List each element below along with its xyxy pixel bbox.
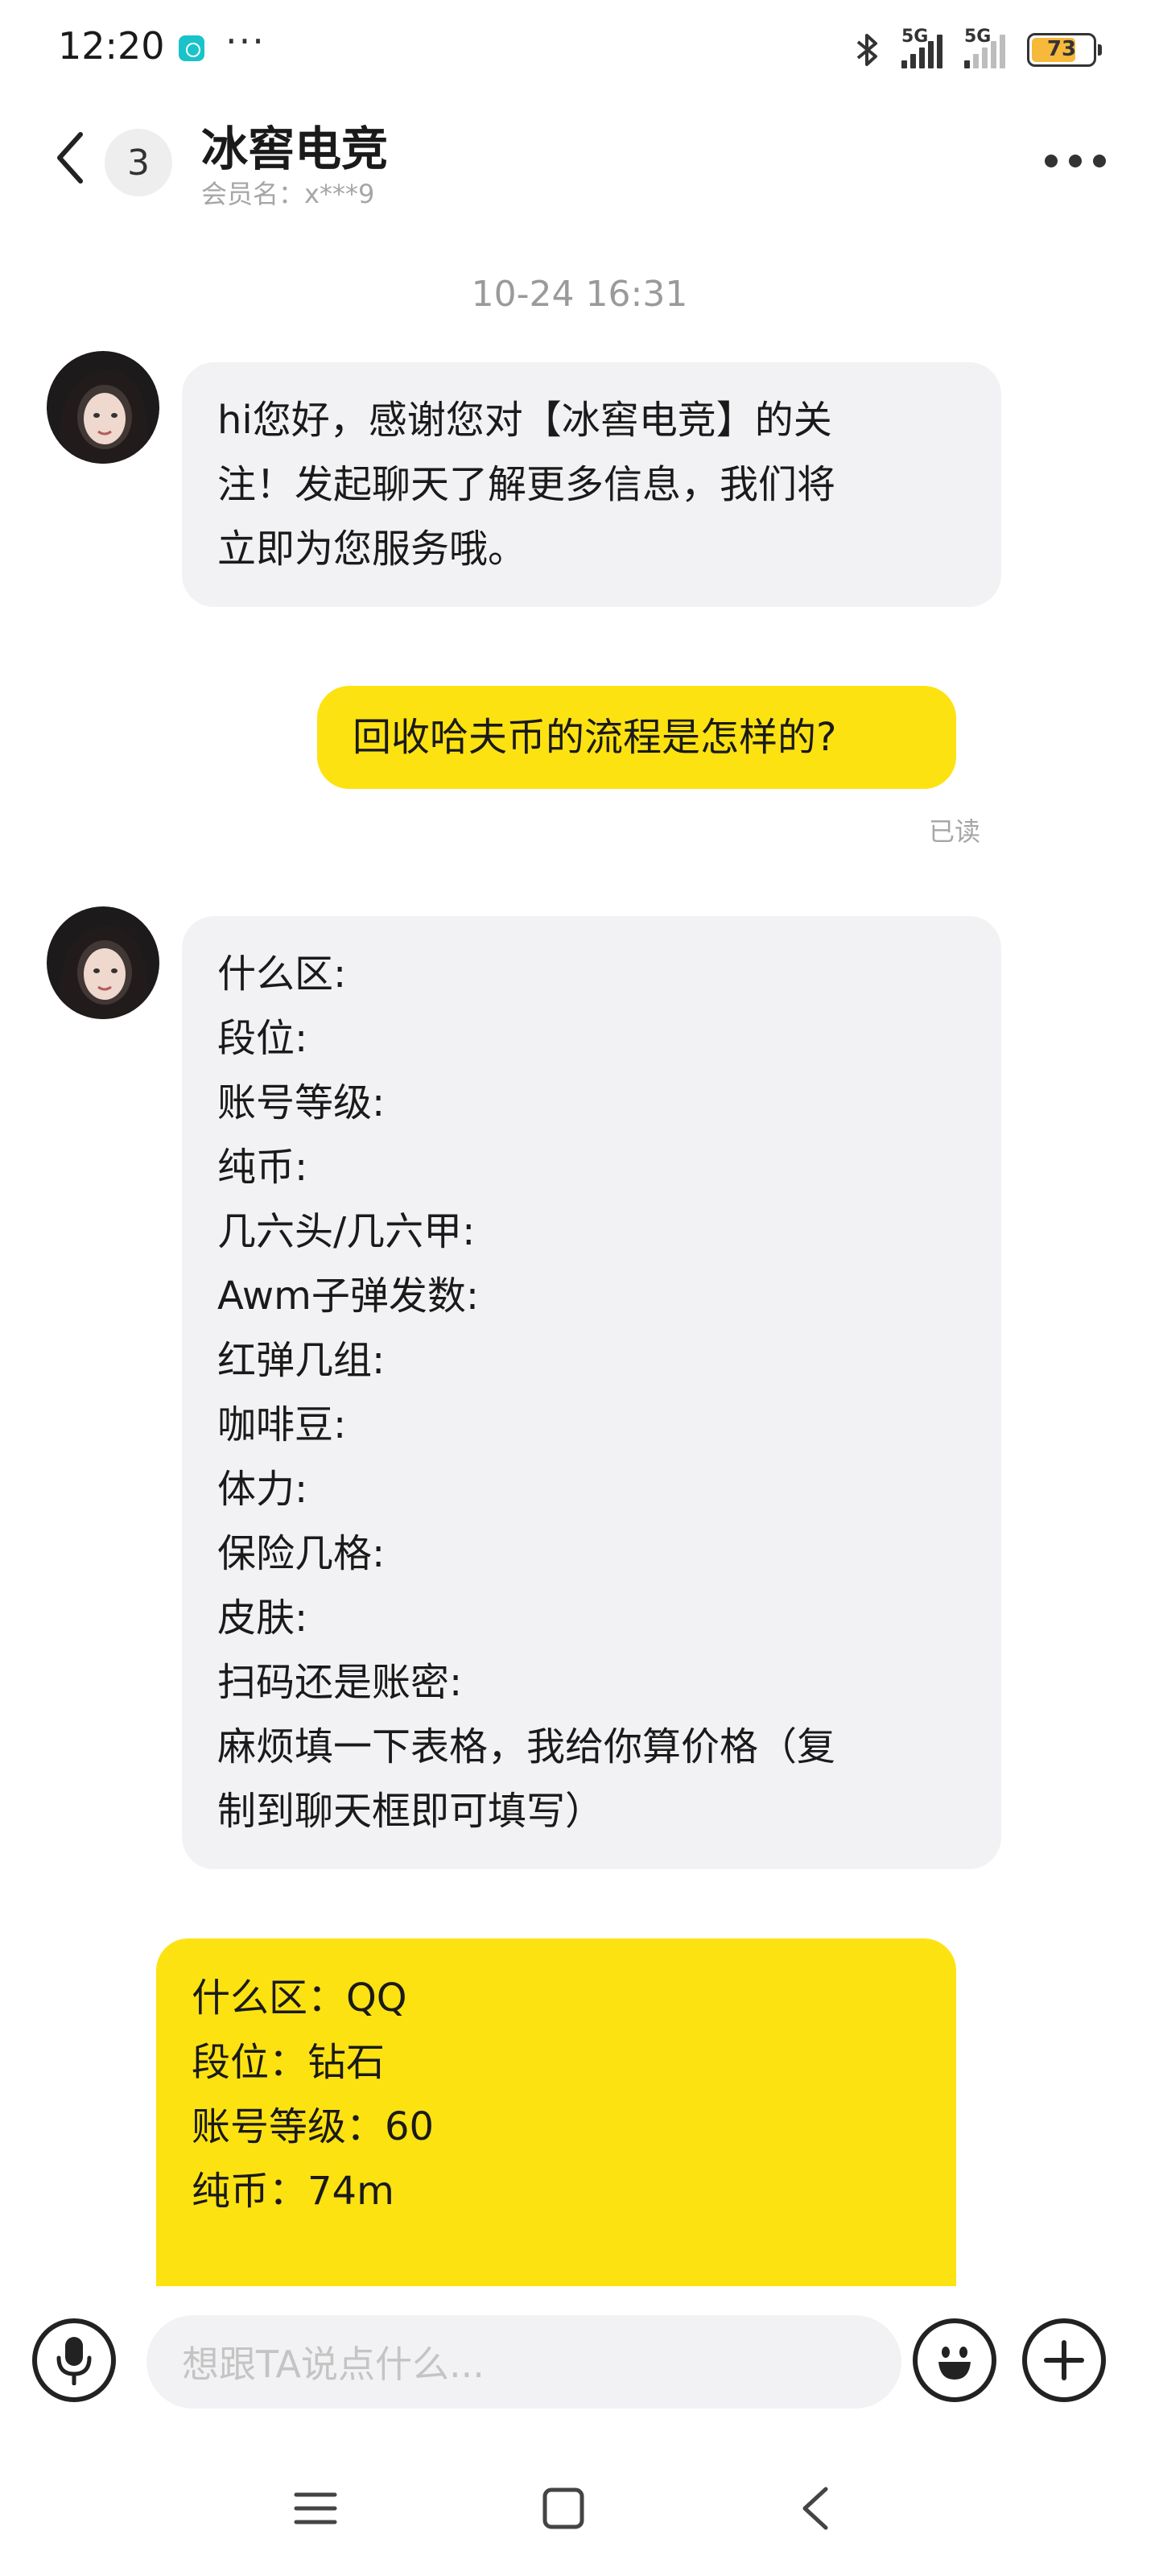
composer-bar: 想跟TA说点什么... [0,2286,1159,2431]
read-receipt: 已读 [928,816,980,847]
nav-menu-button[interactable] [287,2479,344,2537]
message-line: 几六头/几六甲: [217,1209,476,1254]
signal-1-label: 5G [901,27,929,47]
avatar[interactable] [47,351,159,464]
message-line: 段位：钻石 [192,2040,386,2085]
message-line: 账号等级: [217,1080,386,1125]
message-line: 段位: [217,1016,308,1061]
avatar-image [47,351,159,464]
message-line: Awm子弹发数: [217,1274,480,1319]
message-line: 纯币：74m [192,2169,394,2214]
bluetooth-icon [856,34,877,66]
system-nav-bar [0,2431,1159,2576]
signal-2-label: 5G [964,27,992,47]
add-attachment-button[interactable] [1022,2318,1106,2402]
message-line: 什么区: [217,952,347,997]
message-input[interactable]: 想跟TA说点什么... [146,2315,901,2409]
nav-back-button[interactable] [786,2479,843,2537]
plus-icon [1044,2340,1084,2380]
message-line: 账号等级：60 [192,2104,435,2149]
message-line: 扫码还是账密: [217,1660,463,1705]
incoming-message-bubble[interactable]: 什么区: 段位: 账号等级: 纯币: 几六头/几六甲: Awm子弹发数: 红弹几… [182,916,1001,1869]
chat-title: 冰窖电竞 [201,122,389,176]
more-horizontal-icon [1045,155,1058,167]
message-line: 立即为您服务哦。 [217,526,527,572]
message-line: 注！发起聊天了解更多信息，我们将 [217,462,836,507]
message-line: 制到聊天框即可填写） [217,1789,604,1834]
message-line: 麻烦填一下表格，我给你算价格（复 [217,1724,836,1769]
avatar-image [47,906,159,1019]
nav-home-button[interactable] [534,2479,592,2537]
status-time: 12:20 [58,24,165,68]
status-indicators: 5G 5G 73 [852,27,1102,71]
cellular-signal-2-icon: 5G [964,27,1009,68]
status-more-notifications: ··· [225,19,266,63]
battery-percent: 73 [1046,37,1077,61]
message-line: hi您好，感谢您对【冰窖电竞】的关 [217,398,832,443]
message-line: 回收哈夫币的流程是怎样的? [353,715,837,760]
home-square-icon [542,2487,584,2529]
message-line: 纯币: [217,1145,308,1190]
back-triangle-icon [802,2487,828,2530]
message-line: 体力: [217,1467,308,1512]
battery-icon: 73 [1027,33,1102,67]
back-button[interactable] [45,126,93,190]
chevron-left-icon [57,132,83,184]
message-list[interactable]: 10-24 16:31 hi您好，感谢您对【冰窖电竞】的关 注！发起聊天了解更多… [0,225,1159,2286]
message-timestamp: 10-24 16:31 [471,274,688,315]
outgoing-message-bubble[interactable]: 回收哈夫币的流程是怎样的? [317,686,956,789]
incoming-message-bubble[interactable]: hi您好，感谢您对【冰窖电竞】的关 注！发起聊天了解更多信息，我们将 立即为您服… [182,362,1001,607]
unread-count-badge[interactable]: 3 [105,129,172,196]
message-line: 红弹几组: [217,1338,386,1383]
notification-app-icon [179,35,204,61]
chat-header: 3 冰窖电竞 会员名：x***9 [0,97,1159,225]
menu-icon [294,2492,337,2524]
voice-input-button[interactable] [32,2318,116,2402]
emoji-icon [938,2347,971,2380]
emoji-button[interactable] [913,2318,996,2402]
microphone-icon [56,2337,92,2385]
message-line: 皮肤: [217,1596,308,1641]
cellular-signal-1-icon: 5G [901,27,947,68]
avatar[interactable] [47,906,159,1019]
message-line: 保险几格: [217,1531,386,1576]
outgoing-message-bubble[interactable]: 什么区：QQ 段位：钻石 账号等级：60 纯币：74m [156,1938,956,2286]
member-name: 会员名：x***9 [201,179,375,209]
more-options-button[interactable] [1037,137,1114,185]
message-line: 咖啡豆: [217,1402,347,1447]
message-line: 什么区：QQ [192,1975,407,2021]
status-bar: 12:20 ··· 5G 5G 73 [0,0,1159,97]
